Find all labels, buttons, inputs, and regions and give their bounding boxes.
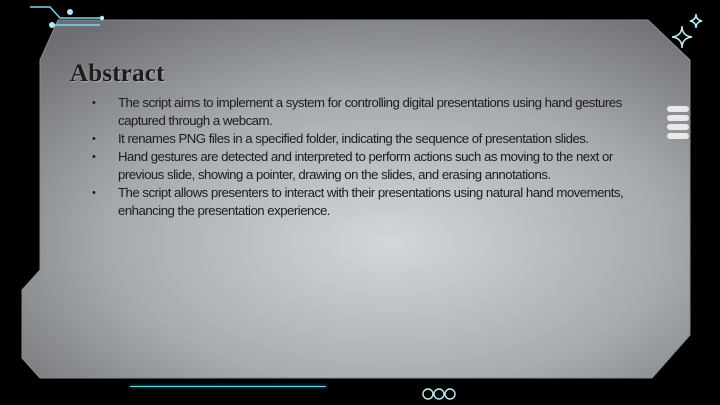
circuit-lines-icon (30, 6, 105, 28)
list-item: • The script aims to implement a system f… (92, 94, 626, 130)
bullet-list: • The script aims to implement a system f… (92, 94, 626, 220)
list-item: • The script allows presenters to interac… (92, 184, 626, 220)
list-item: • It renames PNG files in a specified fol… (92, 130, 626, 148)
slide-title: Abstract (70, 60, 165, 87)
accent-line (130, 386, 326, 387)
bullet-text: Hand gestures are detected and interpret… (118, 149, 613, 182)
bullet-text: The script aims to implement a system fo… (118, 95, 622, 128)
sparkle-icon (671, 13, 703, 49)
bullet-marker: • (92, 133, 96, 145)
slide: Abstract • The script aims to implement a… (0, 0, 720, 405)
bullet-marker: • (92, 151, 96, 163)
list-item: • Hand gestures are detected and interpre… (92, 148, 626, 184)
bullet-marker: • (92, 187, 96, 199)
stacked-bars-icon (667, 106, 689, 142)
bullet-marker: • (92, 97, 96, 109)
bullet-text: It renames PNG files in a specified fold… (118, 131, 589, 146)
bullet-text: The script allows presenters to interact… (118, 185, 624, 218)
three-circles-icon (422, 388, 456, 400)
